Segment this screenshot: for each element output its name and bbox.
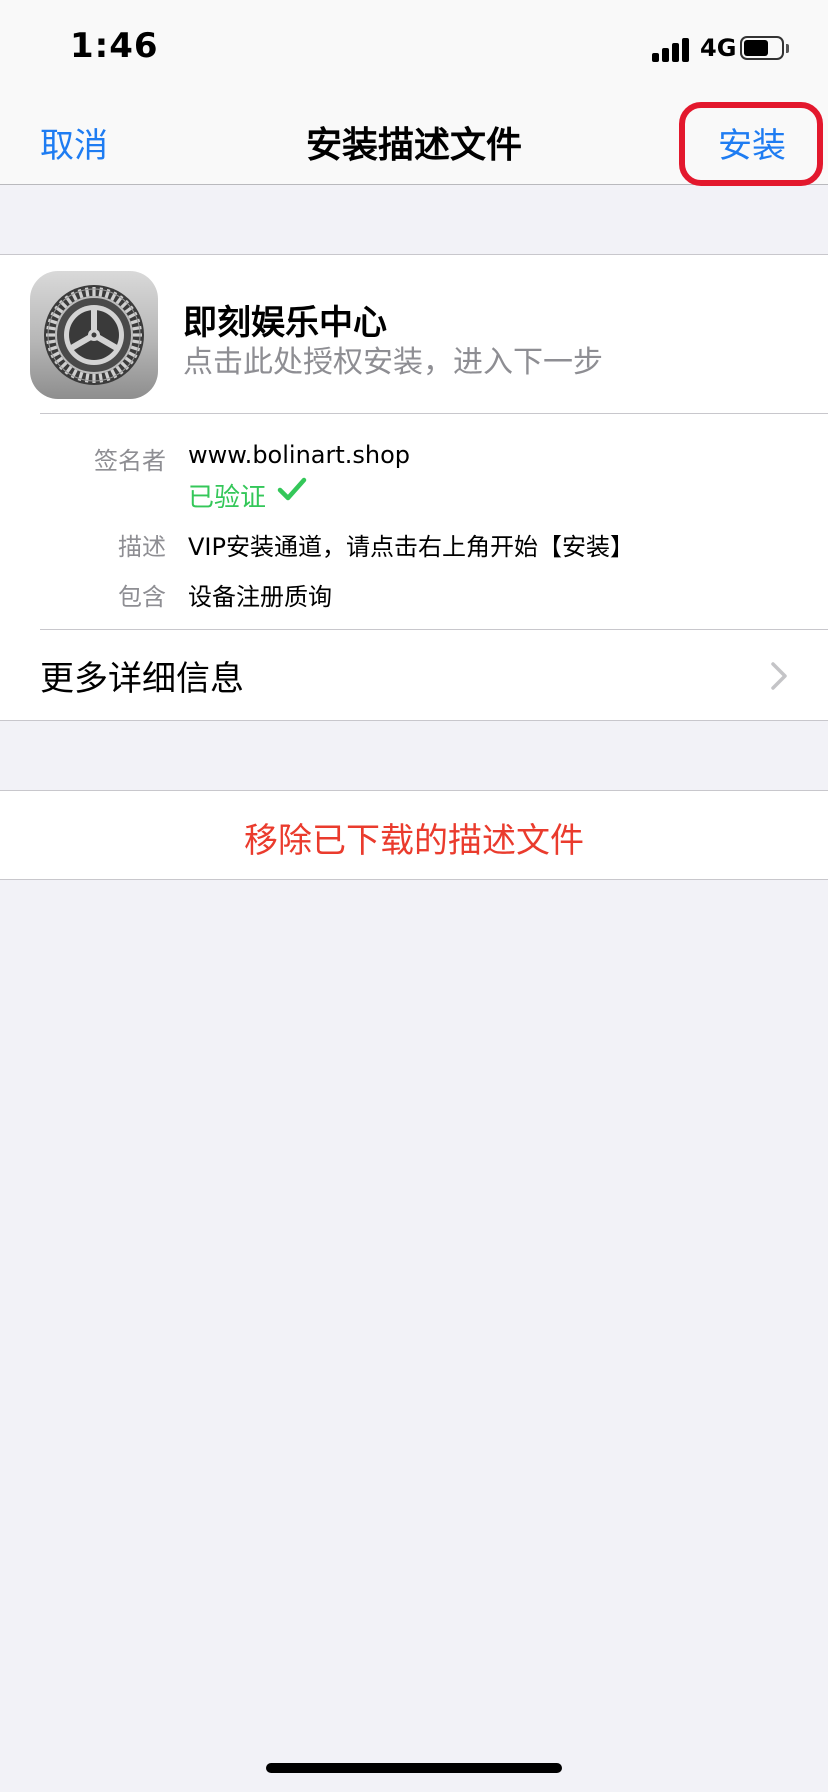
cellular-signal-icon <box>652 36 692 62</box>
signer-value: www.bolinart.shop <box>188 441 411 469</box>
divider <box>40 413 828 414</box>
description-value: VIP安装通道，请点击右上角开始【安装】 <box>188 533 634 561</box>
battery-icon <box>740 36 790 62</box>
chevron-right-icon <box>771 662 787 690</box>
description-label: 描述 <box>118 533 166 561</box>
network-type: 4G <box>700 34 737 62</box>
checkmark-icon <box>277 477 307 501</box>
contains-label: 包含 <box>118 583 166 611</box>
remove-profile-button[interactable]: 移除已下载的描述文件 <box>0 790 828 880</box>
remove-profile-label: 移除已下载的描述文件 <box>244 821 584 861</box>
status-bar: 1:46 4G <box>0 0 828 96</box>
install-highlight-annotation <box>679 102 823 186</box>
status-time: 1:46 <box>70 26 159 66</box>
more-details-row[interactable]: 更多详细信息 <box>40 651 244 700</box>
home-indicator[interactable] <box>266 1763 562 1773</box>
divider <box>40 629 828 630</box>
signer-label: 签名者 <box>94 447 166 475</box>
verified-label: 已验证 <box>188 483 267 513</box>
profile-subtitle: 点击此处授权安装，进入下一步 <box>183 345 603 380</box>
contains-value: 设备注册质询 <box>188 583 332 611</box>
profile-card: 即刻娱乐中心 点击此处授权安装，进入下一步 签名者 www.bolinart.s… <box>0 254 828 721</box>
settings-gear-icon <box>30 271 158 399</box>
